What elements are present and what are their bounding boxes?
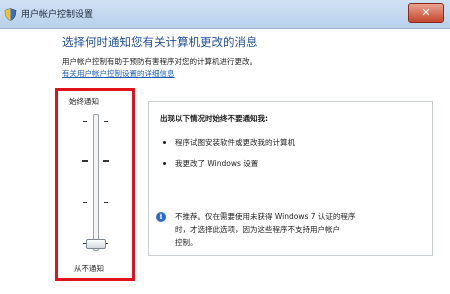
- level-description-bullet: 我更改了 Windows 设置: [175, 159, 259, 168]
- level-description-title: 出现以下情况时始终不要通知我:: [160, 114, 268, 123]
- slider-tick: [83, 202, 87, 203]
- close-button[interactable]: ✕: [408, 3, 444, 23]
- slider-tick: [104, 121, 108, 122]
- info-icon: i: [156, 212, 166, 222]
- slider-tick: [104, 202, 108, 203]
- notify-level-slider-track[interactable]: [93, 114, 99, 251]
- level-description-bullet: 程序试图安装软件或更改我的计算机: [175, 138, 295, 147]
- bullet-icon: [163, 162, 166, 165]
- warning-note-line: 不推荐。仅在需要使用未获得 Windows 7 认证的程序: [175, 212, 356, 221]
- page-heading: 选择何时通知您有关计算机更改的消息: [62, 35, 258, 49]
- window-title: 用户帐户控制设置: [21, 10, 94, 20]
- slider-bottom-label: 从不通知: [74, 264, 104, 273]
- close-icon: ✕: [421, 6, 431, 19]
- shield-icon: [4, 6, 17, 21]
- uac-settings-window: 用户帐户控制设置 ✕ 选择何时通知您有关计算机更改的消息 用户帐户控制有助于预防…: [0, 0, 450, 294]
- title-bar: 用户帐户控制设置 ✕: [0, 0, 450, 29]
- page-description: 用户帐户控制有助于预防有害程序对您的计算机进行更改。: [62, 57, 257, 66]
- warning-note-line: 时，才选择此选项，因为这些程序不支持用户帐户: [175, 225, 340, 234]
- slider-top-label: 始终通知: [69, 97, 99, 106]
- slider-tick: [82, 160, 88, 162]
- uac-details-link[interactable]: 有关用户帐户控制设置的详细信息: [62, 68, 175, 79]
- bullet-icon: [163, 141, 166, 144]
- slider-tick: [83, 121, 87, 122]
- warning-note-line: 控制。: [175, 238, 198, 247]
- slider-tick: [103, 160, 109, 162]
- notify-level-slider-thumb[interactable]: [86, 239, 106, 249]
